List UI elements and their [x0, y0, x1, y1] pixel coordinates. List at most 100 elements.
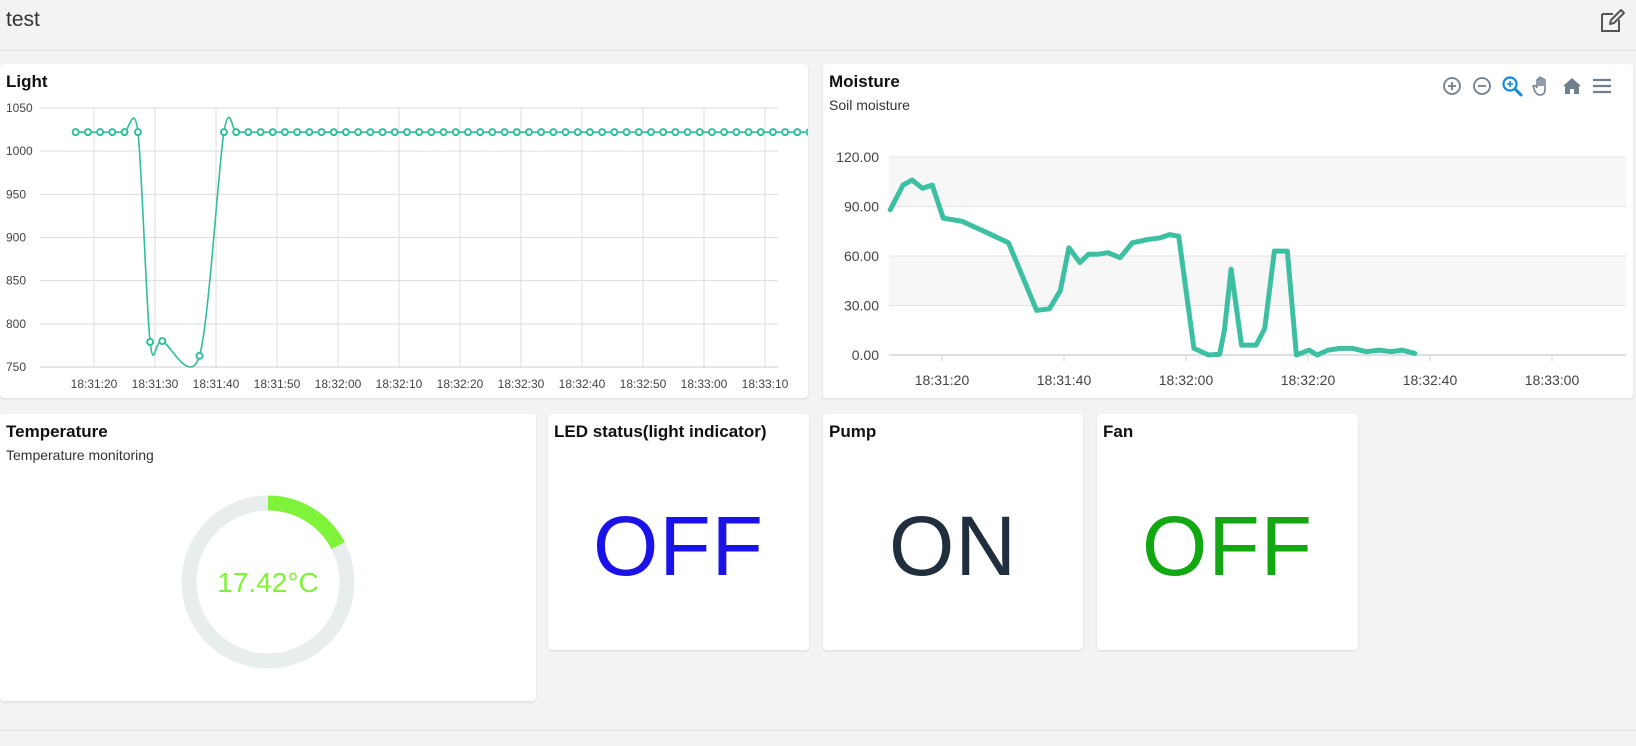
light-data-point [683, 128, 692, 137]
light-data-point [707, 128, 716, 137]
led-card: LED status(light indicator) OFF [548, 414, 809, 650]
moisture-y-tick: 120.00 [836, 149, 879, 165]
light-data-point [293, 128, 302, 137]
moisture-chart: 120.00 90.00 60.00 30.00 0.00 18:31:20 18:31:4… [836, 149, 1626, 388]
light-data-point [232, 128, 241, 137]
light-data-point [585, 128, 594, 137]
light-data-point [329, 128, 338, 137]
moisture-x-tick: 18:31:20 [915, 372, 970, 388]
light-data-point [244, 128, 253, 137]
light-y-tick: 1050 [6, 101, 33, 115]
light-data-point [744, 128, 753, 137]
moisture-x-tick: 18:32:00 [1159, 372, 1214, 388]
footer-divider [0, 730, 1636, 731]
light-data-point [793, 128, 802, 137]
light-data-point [305, 128, 314, 137]
light-data-point [561, 128, 570, 137]
light-y-tick: 950 [6, 187, 26, 201]
gauge-arc [267, 495, 345, 550]
light-data-point [146, 337, 155, 346]
light-data-point [71, 128, 80, 137]
light-data-point [415, 128, 424, 137]
light-data-point [500, 128, 509, 137]
moisture-x-tick: 18:32:40 [1403, 372, 1458, 388]
light-data-point [732, 128, 741, 137]
light-y-tick: 800 [6, 317, 26, 331]
light-data-point [268, 128, 277, 137]
light-data-point [805, 128, 808, 136]
fan-card: Fan OFF [1097, 414, 1358, 650]
light-x-tick: 18:32:40 [559, 377, 606, 391]
light-data-point [402, 128, 411, 137]
light-chart: 1050 1000 950 900 850 800 750 18:31:20 18:31:30 1… [6, 101, 808, 391]
moisture-card: Moisture Soil moisture 120.00 90.00 60.00 3… [823, 64, 1633, 398]
light-data-point [488, 128, 497, 137]
light-data-point [256, 128, 265, 137]
light-x-tick: 18:31:50 [254, 377, 301, 391]
fan-status-value: OFF [1142, 499, 1313, 593]
light-data-point [427, 128, 436, 137]
light-data-point [96, 128, 105, 137]
pump-title: Pump [829, 422, 877, 441]
light-data-point [610, 128, 619, 137]
light-data-point [720, 128, 729, 137]
light-data-point [598, 128, 607, 137]
light-data-point [646, 128, 655, 137]
moisture-y-tick: 30.00 [844, 298, 879, 314]
light-data-point [524, 128, 533, 137]
light-x-tick: 18:33:00 [681, 377, 728, 391]
fan-title: Fan [1103, 422, 1134, 441]
light-data-point [158, 337, 167, 346]
light-data-point [622, 128, 631, 137]
light-data-point [195, 351, 204, 360]
pump-card: Pump ON [823, 414, 1083, 650]
light-data-point [366, 128, 375, 137]
light-data-point [634, 128, 643, 137]
light-data-point [671, 128, 680, 137]
light-x-tick: 18:32:20 [437, 377, 484, 391]
light-y-tick: 750 [6, 360, 26, 374]
moisture-x-tick: 18:31:40 [1037, 372, 1092, 388]
light-data-point [219, 128, 228, 137]
light-data-point [695, 128, 704, 137]
edit-icon[interactable] [1598, 7, 1626, 35]
light-data-point [354, 128, 363, 137]
light-data-point [768, 128, 777, 137]
light-data-point [463, 128, 472, 137]
light-x-tick: 18:31:40 [193, 377, 240, 391]
light-x-tick: 18:33:10 [742, 377, 789, 391]
light-series-line [75, 116, 808, 368]
temperature-card: Temperature Temperature monitoring 17.42… [0, 414, 536, 701]
light-y-tick: 850 [6, 274, 26, 288]
light-data-point [390, 128, 399, 137]
light-x-tick: 18:31:30 [132, 377, 179, 391]
moisture-band [889, 157, 1626, 207]
light-x-tick: 18:32:00 [315, 377, 362, 391]
light-data-point [120, 128, 129, 137]
light-data-point [573, 128, 582, 137]
light-card: Light 1050 1000 950 900 850 800 750 18:31:20 18:… [0, 64, 808, 398]
light-data-point [341, 128, 350, 137]
dashboard-header: test [0, 0, 1636, 51]
light-data-point [378, 128, 387, 137]
light-data-point [317, 128, 326, 137]
moisture-band [889, 256, 1626, 306]
light-data-point [83, 128, 92, 137]
light-data-point [549, 128, 558, 137]
moisture-y-tick: 0.00 [852, 347, 879, 363]
light-y-tick: 900 [6, 231, 26, 245]
light-data-point [476, 128, 485, 137]
led-title: LED status(light indicator) [554, 422, 767, 441]
light-y-tick: 1000 [6, 144, 33, 158]
temperature-value: 17.42°C [217, 567, 319, 598]
light-data-point [451, 128, 460, 137]
light-x-tick: 18:32:50 [620, 377, 667, 391]
light-x-tick: 18:32:10 [376, 377, 423, 391]
light-data-point [781, 128, 790, 137]
light-x-tick: 18:32:30 [498, 377, 545, 391]
light-data-point [133, 128, 142, 137]
light-data-point [537, 128, 546, 137]
light-data-point [659, 128, 668, 137]
light-data-point [512, 128, 521, 137]
dashboard-title: test [6, 8, 40, 31]
